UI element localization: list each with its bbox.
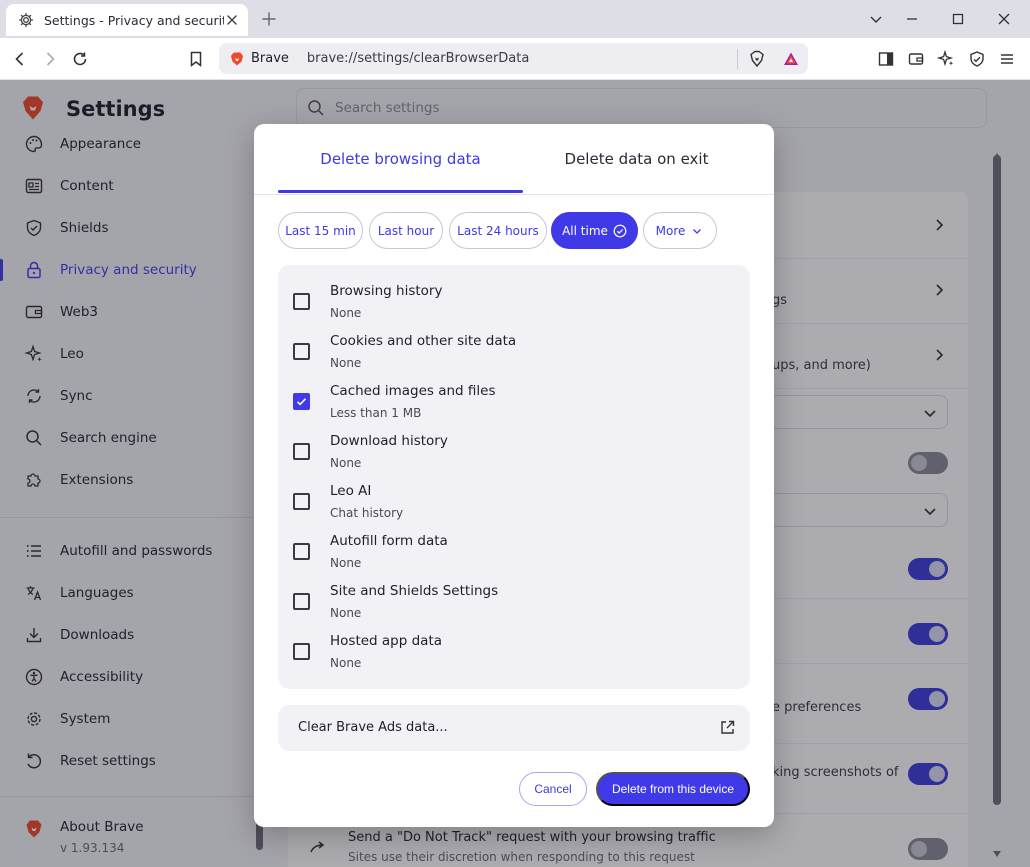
option-subtitle: None <box>330 456 362 470</box>
option-subtitle: None <box>330 606 362 620</box>
maximize-icon[interactable] <box>950 11 966 27</box>
option-title: Leo AI <box>330 483 372 499</box>
omnibox-divider <box>737 48 738 69</box>
data-types-list: Browsing history None Cookies and other … <box>278 265 750 689</box>
time-range-all-time[interactable]: All time <box>551 212 638 249</box>
browser-toolbar: Brave brave://settings/clearBrowserData <box>0 38 1030 80</box>
reload-icon[interactable] <box>71 50 89 68</box>
delete-from-this-device-button[interactable]: Delete from this device <box>596 772 750 806</box>
time-range-last-hour[interactable]: Last hour <box>369 212 443 249</box>
clear-brave-ads-label: Clear Brave Ads data... <box>298 720 448 735</box>
option-subtitle: None <box>330 356 362 370</box>
gear-icon <box>18 12 34 28</box>
main-menu-icon[interactable] <box>998 50 1016 68</box>
option-subtitle: Chat history <box>330 506 404 520</box>
forward-icon[interactable] <box>41 50 59 68</box>
cancel-button[interactable]: Cancel <box>519 772 587 806</box>
option-title: Browsing history <box>330 283 443 299</box>
brave-lion-icon <box>229 51 245 67</box>
tab-search-chevron-icon[interactable] <box>868 11 884 27</box>
tab-delete-browsing-data[interactable]: Delete browsing data <box>278 124 523 194</box>
leo-ai-icon[interactable] <box>937 50 955 68</box>
option-cached-images-and-files[interactable]: Cached images and files Less than 1 MB <box>278 377 750 427</box>
option-subtitle: Less than 1 MB <box>330 406 422 420</box>
option-subtitle: None <box>330 306 362 320</box>
tab-delete-data-on-exit[interactable]: Delete data on exit <box>523 124 750 194</box>
option-autofill-form-data[interactable]: Autofill form data None <box>278 527 750 577</box>
close-tab-icon[interactable] <box>224 12 240 28</box>
url-text[interactable]: brave://settings/clearBrowserData <box>307 51 727 66</box>
option-title: Hosted app data <box>330 633 443 649</box>
checkbox[interactable] <box>293 443 310 460</box>
address-bar[interactable]: Brave brave://settings/clearBrowserData <box>219 43 808 74</box>
option-title: Download history <box>330 433 448 449</box>
back-icon[interactable] <box>11 50 29 68</box>
active-tab-indicator <box>278 190 523 193</box>
title-bar: Settings - Privacy and security <box>0 0 1030 38</box>
option-title: Site and Shields Settings <box>330 583 499 599</box>
checkbox[interactable] <box>293 593 310 610</box>
sidebar-toggle-icon[interactable] <box>877 50 895 68</box>
vpn-icon[interactable] <box>968 50 986 68</box>
wallet-icon[interactable] <box>907 50 925 68</box>
checkbox[interactable] <box>293 543 310 560</box>
tab-divider <box>254 194 774 195</box>
option-site-and-shields-settings[interactable]: Site and Shields Settings None <box>278 577 750 627</box>
delete-browsing-data-dialog: Delete browsing data Delete data on exit… <box>254 124 774 827</box>
option-browsing-history[interactable]: Browsing history None <box>278 277 750 327</box>
checkbox-checked[interactable] <box>293 393 310 410</box>
tab-title: Settings - Privacy and security <box>44 12 224 28</box>
bookmark-icon[interactable] <box>187 50 205 68</box>
option-leo-ai[interactable]: Leo AI Chat history <box>278 477 750 527</box>
new-tab-icon[interactable] <box>261 11 277 27</box>
site-label: Brave <box>251 51 289 66</box>
brave-rewards-icon[interactable] <box>782 50 800 68</box>
close-window-icon[interactable] <box>996 11 1012 27</box>
browser-tab-settings[interactable]: Settings - Privacy and security <box>6 4 248 36</box>
clear-brave-ads-data-link[interactable]: Clear Brave Ads data... <box>278 705 750 751</box>
chevron-down-icon <box>690 224 704 238</box>
brave-shields-icon[interactable] <box>748 50 766 68</box>
check-circle-icon <box>613 224 627 238</box>
checkbox[interactable] <box>293 643 310 660</box>
checkbox[interactable] <box>293 343 310 360</box>
time-range-more[interactable]: More <box>643 212 717 249</box>
open-external-icon <box>719 719 736 736</box>
option-title: Autofill form data <box>330 533 448 549</box>
checkbox[interactable] <box>293 493 310 510</box>
option-title: Cached images and files <box>330 383 496 399</box>
checkbox[interactable] <box>293 293 310 310</box>
chip-label: Last hour <box>377 223 435 238</box>
chip-label: Last 15 min <box>285 223 356 238</box>
minimize-icon[interactable] <box>904 11 920 27</box>
chip-label: Last 24 hours <box>457 223 539 238</box>
option-title: Cookies and other site data <box>330 333 517 349</box>
option-cookies-and-other-site-data[interactable]: Cookies and other site data None <box>278 327 750 377</box>
option-hosted-app-data[interactable]: Hosted app data None <box>278 627 750 677</box>
chip-label: All time <box>562 223 608 238</box>
option-download-history[interactable]: Download history None <box>278 427 750 477</box>
time-range-last-15-min[interactable]: Last 15 min <box>278 212 363 249</box>
time-range-last-24-hours[interactable]: Last 24 hours <box>449 212 547 249</box>
option-subtitle: None <box>330 656 362 670</box>
option-subtitle: None <box>330 556 362 570</box>
chip-label: More <box>655 223 686 238</box>
